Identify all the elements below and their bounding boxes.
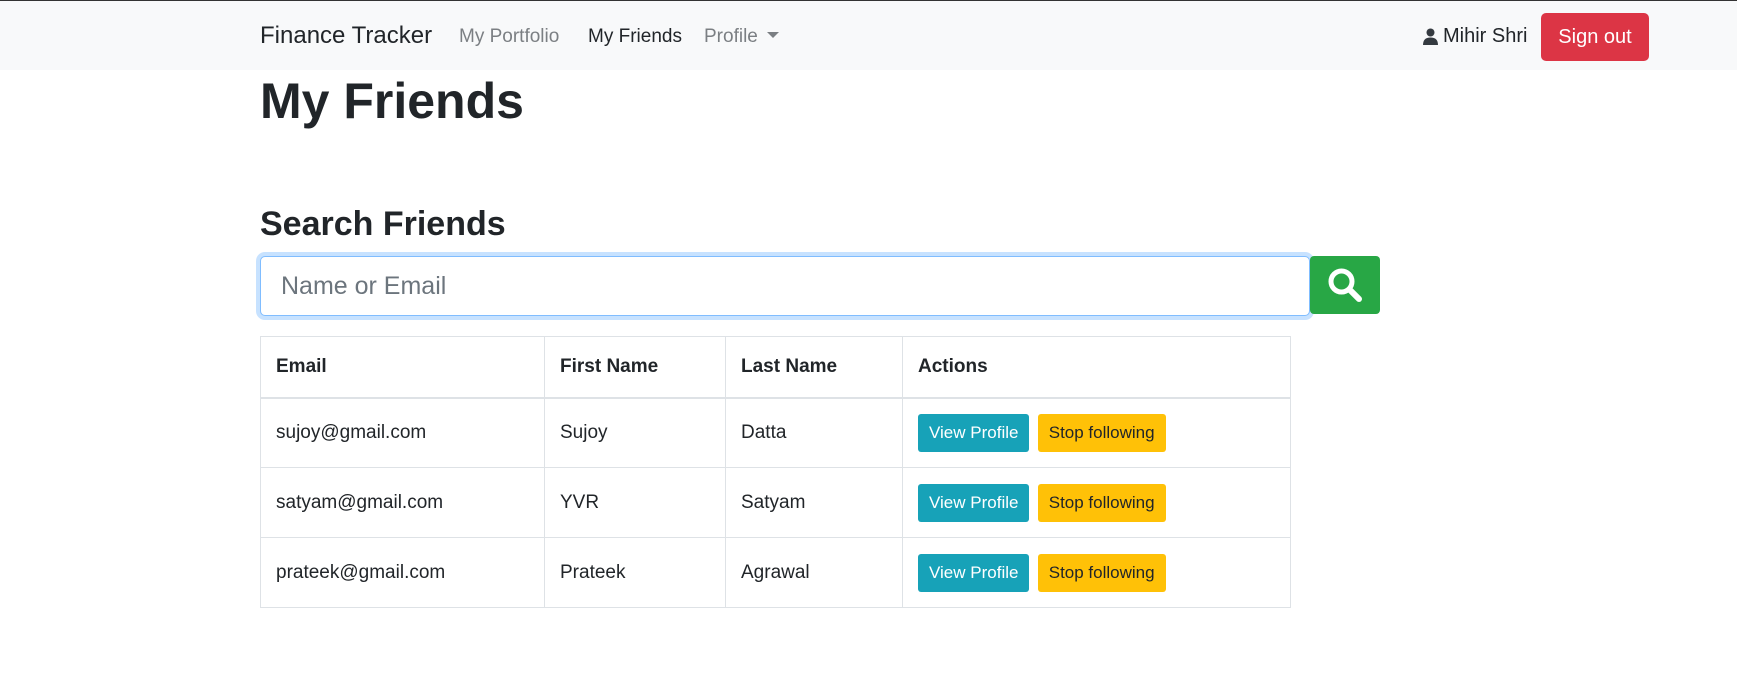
cell-email: sujoy@gmail.com [260, 397, 545, 468]
chevron-down-icon [766, 32, 779, 38]
header-first-name: First Name [544, 336, 726, 399]
search-section-title: Search Friends [260, 205, 506, 243]
user-name: Mihir Shri [1443, 25, 1528, 47]
table-row: prateek@gmail.com Prateek Agrawal View P… [260, 537, 1291, 608]
stop-following-button[interactable]: Stop following [1037, 553, 1166, 592]
cell-email: prateek@gmail.com [260, 537, 545, 608]
header-email: Email [260, 336, 545, 399]
current-user: Mihir Shri [1423, 25, 1527, 48]
page-title: My Friends [260, 73, 524, 129]
cell-first-name: Prateek [544, 537, 726, 608]
cell-first-name: YVR [544, 467, 726, 538]
view-profile-button[interactable]: View Profile [918, 413, 1030, 452]
nav-my-portfolio[interactable]: My Portfolio [459, 26, 559, 48]
view-profile-button[interactable]: View Profile [918, 553, 1030, 592]
nav-my-friends[interactable]: My Friends [588, 26, 682, 48]
cell-actions: View Profile Stop following [902, 397, 1291, 468]
search-input[interactable] [260, 256, 1310, 316]
cell-last-name: Datta [725, 397, 903, 468]
header-actions: Actions [902, 336, 1291, 399]
sign-out-button[interactable]: Sign out [1541, 13, 1649, 61]
nav-profile-label: Profile [704, 26, 758, 47]
table-row: satyam@gmail.com YVR Satyam View Profile… [260, 467, 1291, 538]
cell-first-name: Sujoy [544, 397, 726, 468]
cell-actions: View Profile Stop following [902, 467, 1291, 538]
brand-link[interactable]: Finance Tracker [260, 22, 432, 50]
table-header-row: Email First Name Last Name Actions [260, 336, 1291, 399]
top-navbar: Finance Tracker My Portfolio My Friends … [0, 0, 1737, 70]
user-icon [1423, 28, 1438, 45]
search-icon [1328, 268, 1362, 302]
view-profile-button[interactable]: View Profile [918, 483, 1030, 522]
header-last-name: Last Name [725, 336, 903, 399]
search-button[interactable] [1310, 256, 1380, 314]
friends-table: Email First Name Last Name Actions sujoy… [260, 336, 1291, 608]
stop-following-button[interactable]: Stop following [1037, 413, 1166, 452]
nav-profile-dropdown[interactable]: Profile [704, 26, 779, 48]
table-row: sujoy@gmail.com Sujoy Datta View Profile… [260, 397, 1291, 468]
stop-following-button[interactable]: Stop following [1037, 483, 1166, 522]
cell-email: satyam@gmail.com [260, 467, 545, 538]
cell-last-name: Satyam [725, 467, 903, 538]
cell-actions: View Profile Stop following [902, 537, 1291, 608]
cell-last-name: Agrawal [725, 537, 903, 608]
